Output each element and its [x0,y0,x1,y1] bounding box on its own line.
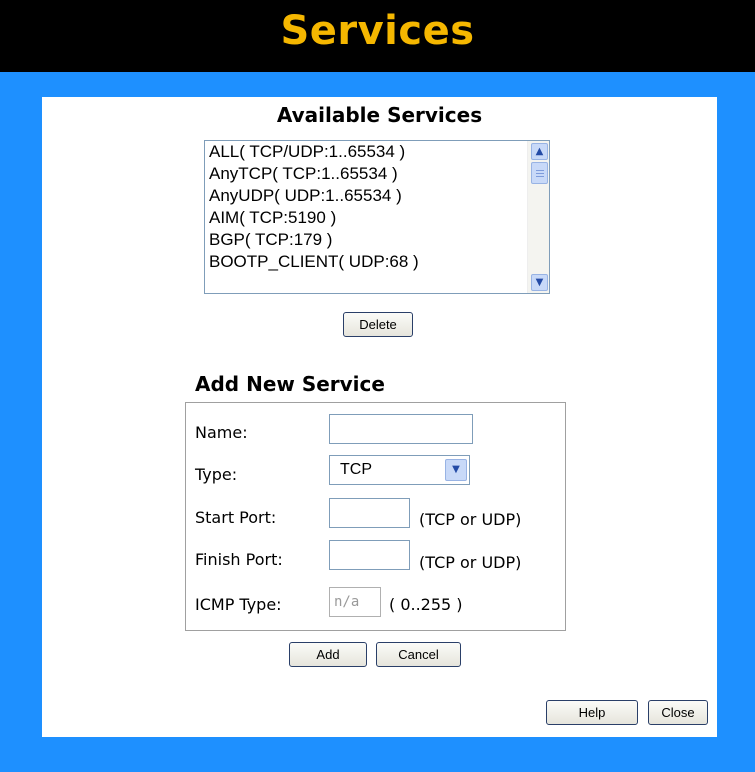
add-service-form: Name: Type: TCP ▼ Start Port: (TCP or UD… [185,402,566,631]
start-port-input[interactable] [329,498,410,528]
icmp-type-input[interactable]: n/a [329,587,381,617]
type-select[interactable]: TCP ▼ [329,455,470,485]
icmp-type-hint: ( 0..255 ) [389,595,463,614]
add-button[interactable]: Add [289,642,367,667]
services-panel: Available Services ALL( TCP/UDP:1..65534… [42,97,717,737]
close-button[interactable]: Close [648,700,708,725]
services-list-scrollbar[interactable]: ▲ ▼ [527,141,549,293]
delete-button[interactable]: Delete [343,312,413,337]
list-item[interactable]: AnyUDP( UDP:1..65534 ) [209,185,519,207]
name-input[interactable] [329,414,473,444]
available-services-list[interactable]: ALL( TCP/UDP:1..65534 ) AnyTCP( TCP:1..6… [204,140,550,294]
help-button[interactable]: Help [546,700,638,725]
list-item[interactable]: BGP( TCP:179 ) [209,229,519,251]
grip-line [536,176,544,177]
list-item[interactable]: BOOTP_CLIENT( UDP:68 ) [209,251,519,273]
list-item[interactable]: AnyTCP( TCP:1..65534 ) [209,163,519,185]
type-label: Type: [195,465,238,484]
scroll-down-arrow-icon[interactable]: ▼ [531,274,548,291]
start-port-label: Start Port: [195,508,277,527]
list-item[interactable]: ALL( TCP/UDP:1..65534 ) [209,141,519,163]
finish-port-label: Finish Port: [195,550,283,569]
name-label: Name: [195,423,248,442]
available-services-title: Available Services [276,103,483,127]
grip-line [536,173,544,174]
start-port-hint: (TCP or UDP) [419,510,522,529]
add-new-service-title: Add New Service [195,372,385,396]
scroll-up-arrow-icon[interactable]: ▲ [531,143,548,160]
scrollbar-thumb[interactable] [531,162,548,184]
finish-port-hint: (TCP or UDP) [419,553,522,572]
type-select-value: TCP [340,461,372,478]
icmp-type-placeholder: n/a [334,594,360,610]
chevron-down-icon[interactable]: ▼ [445,459,467,481]
header-bar: Services [0,0,755,72]
grip-line [536,170,544,171]
cancel-button[interactable]: Cancel [376,642,461,667]
icmp-type-label: ICMP Type: [195,595,282,614]
finish-port-input[interactable] [329,540,410,570]
list-item[interactable]: AIM( TCP:5190 ) [209,207,519,229]
page-title: Services [280,8,475,54]
